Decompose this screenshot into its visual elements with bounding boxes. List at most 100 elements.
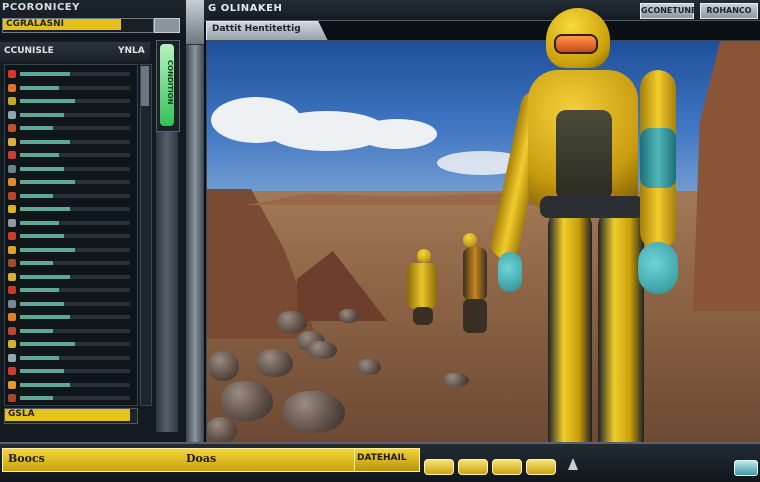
item-icon (8, 353, 16, 362)
item-icon (8, 191, 16, 200)
item-bar-fill (20, 220, 59, 225)
item-bar-fill (20, 247, 75, 252)
crew-member[interactable] (407, 263, 437, 309)
item-bar-fill (20, 99, 75, 103)
list-item[interactable] (6, 163, 134, 175)
list-item[interactable] (6, 149, 134, 161)
list-item[interactable] (6, 68, 134, 80)
hero-left-hand (498, 252, 522, 292)
list-item[interactable] (6, 392, 134, 404)
crew-member[interactable] (463, 247, 487, 301)
list-item[interactable] (6, 230, 134, 242)
list-item[interactable] (6, 122, 134, 134)
quick-action-button-2[interactable] (458, 459, 488, 475)
list-item[interactable] (6, 379, 134, 391)
list-item[interactable] (6, 325, 134, 337)
list-item[interactable] (6, 109, 134, 121)
crew-member-head (463, 233, 477, 247)
list-item[interactable] (6, 365, 134, 377)
item-icon (8, 124, 16, 132)
quick-action-button-4[interactable] (526, 459, 556, 475)
list-item[interactable] (6, 257, 134, 269)
item-icon (8, 394, 16, 402)
item-bar-fill (20, 261, 53, 265)
cyan-toggle-button[interactable] (734, 460, 758, 476)
window-title: G OLINAKEH (208, 3, 283, 14)
list-item[interactable] (6, 190, 134, 202)
viewport-tab-label: Dattit Hentitettig (212, 24, 301, 34)
left-bottom-meter-label: GSLA (8, 409, 35, 419)
item-bar-fill (20, 328, 53, 333)
crew-member-legs (413, 307, 433, 325)
list-item[interactable] (6, 311, 134, 323)
item-icon (8, 232, 16, 240)
titlebar-button-1[interactable]: GCONETUNE (640, 3, 697, 19)
item-icon (8, 326, 16, 335)
list-item[interactable] (6, 203, 134, 215)
list-item[interactable] (6, 217, 134, 229)
item-bar-fill (20, 180, 75, 184)
condition-gauge-label: CONDITION (166, 60, 174, 105)
cursor-arrow-icon[interactable] (568, 458, 578, 470)
top-meter-button[interactable] (154, 18, 180, 33)
list-header-left: CCUNISLE (4, 46, 54, 56)
item-icon (8, 272, 16, 281)
message-field-center-label: Doas (186, 452, 217, 465)
divider-pillar (186, 0, 204, 442)
item-bar-fill (20, 72, 70, 76)
item-icon (8, 164, 16, 173)
item-bar-fill (20, 139, 70, 144)
item-icon (8, 178, 16, 186)
list-item[interactable] (6, 176, 134, 188)
list-item[interactable] (6, 352, 134, 364)
item-icon (8, 245, 16, 254)
top-meter-label: CGRALASNI (6, 19, 64, 29)
list-item[interactable] (6, 244, 134, 256)
item-bar-fill (20, 315, 70, 319)
item-bar-fill (20, 369, 64, 373)
list-item[interactable] (6, 82, 134, 94)
hero-right-leg (598, 208, 644, 458)
item-icon (8, 299, 16, 308)
item-icon (8, 340, 16, 348)
titlebar-button-2[interactable]: ROHANCO (700, 3, 758, 19)
boulder (283, 391, 345, 433)
item-bar-fill (20, 288, 59, 292)
item-icon (8, 97, 16, 105)
item-bar-fill (20, 85, 59, 90)
cloud (357, 119, 437, 149)
list-header-right: YNLA (118, 46, 145, 56)
boulder (209, 351, 239, 381)
boulder (257, 349, 293, 377)
item-icon (8, 137, 16, 146)
list-item[interactable] (6, 271, 134, 283)
list-item[interactable] (6, 338, 134, 350)
list-scroll-thumb[interactable] (141, 66, 149, 106)
list-item[interactable] (6, 136, 134, 148)
list-scrollbar[interactable] (140, 64, 152, 406)
message-field-left-label: Boocs (8, 452, 45, 465)
item-bar-fill (20, 234, 64, 238)
item-bar-fill (20, 112, 64, 117)
game-viewport[interactable] (206, 40, 760, 444)
list-item[interactable] (6, 95, 134, 107)
item-icon (8, 205, 16, 213)
date-button-label: DATEHAIL (357, 453, 407, 463)
item-icon (8, 313, 16, 321)
hero-visor (554, 34, 598, 54)
divider-knob[interactable] (186, 0, 204, 45)
list-item[interactable] (6, 284, 134, 296)
message-field[interactable] (2, 448, 356, 472)
quick-action-button-1[interactable] (424, 459, 454, 475)
list-item[interactable] (6, 298, 134, 310)
item-icon (8, 286, 16, 294)
item-icon (8, 70, 16, 78)
boulder (221, 381, 273, 421)
hero-left-leg (548, 208, 592, 458)
item-icon (8, 83, 16, 92)
item-bar-fill (20, 382, 70, 387)
quick-action-button-3[interactable] (492, 459, 522, 475)
item-icon (8, 218, 16, 227)
item-bar-fill (20, 301, 64, 306)
item-bar-fill (20, 193, 53, 198)
